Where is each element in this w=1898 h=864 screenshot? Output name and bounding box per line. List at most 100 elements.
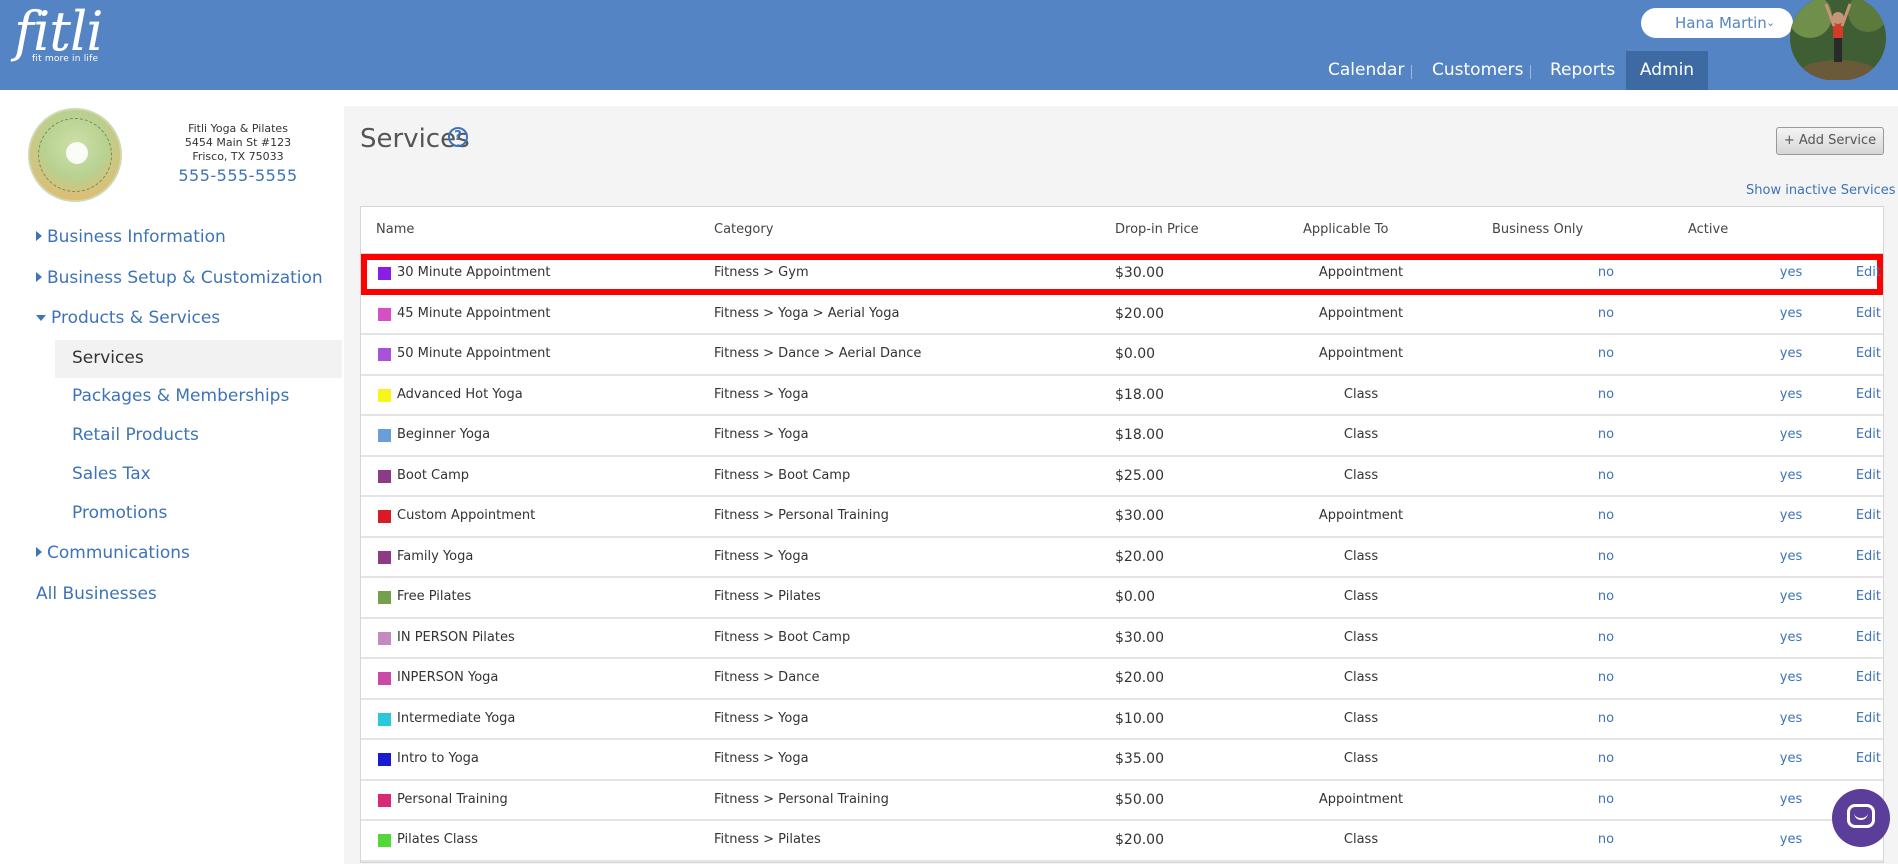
active-toggle[interactable]: yes [1761, 700, 1821, 738]
service-name[interactable]: Personal Training [397, 781, 508, 819]
table-row[interactable]: Intermediate Yoga Fitness > Yoga $10.00 Cla… [361, 699, 1883, 740]
table-row[interactable]: Boot Camp Fitness > Boot Camp $25.00 Class n… [361, 456, 1883, 497]
business-only-toggle[interactable]: no [1566, 335, 1646, 373]
add-service-button[interactable]: + Add Service [1776, 127, 1884, 155]
active-toggle[interactable]: yes [1761, 740, 1821, 778]
sidebar-item-sales-tax[interactable]: Sales Tax [72, 464, 151, 484]
service-name[interactable]: Intermediate Yoga [397, 700, 515, 738]
active-toggle[interactable]: yes [1761, 457, 1821, 495]
edit-link[interactable]: Edit [1841, 619, 1881, 657]
service-name[interactable]: Boot Camp [397, 457, 469, 495]
edit-link[interactable]: Edit [1841, 416, 1881, 454]
sidebar-item-all-businesses[interactable]: All Businesses [36, 584, 157, 604]
business-only-toggle[interactable]: no [1566, 821, 1646, 859]
business-only-toggle[interactable]: no [1566, 659, 1646, 697]
business-only-toggle[interactable]: no [1566, 416, 1646, 454]
service-name[interactable]: Advanced Hot Yoga [397, 376, 523, 414]
sidebar-item-retail[interactable]: Retail Products [72, 425, 199, 445]
table-row[interactable]: Family Yoga Fitness > Yoga $20.00 Class no ye… [361, 537, 1883, 578]
table-row[interactable]: 50 Minute Appointment Fitness > Dance > A… [361, 335, 1883, 376]
business-only-toggle[interactable]: no [1566, 700, 1646, 738]
service-name[interactable]: Pilates Class [397, 821, 478, 859]
service-name[interactable]: Free Pilates [397, 578, 471, 616]
edit-link[interactable]: Edit [1841, 376, 1881, 414]
service-name[interactable]: 30 Minute Appointment [397, 254, 551, 292]
edit-link[interactable]: Edit [1841, 295, 1881, 333]
business-only-toggle[interactable]: no [1566, 538, 1646, 576]
service-name[interactable]: IN PERSON Pilates [397, 619, 515, 657]
table-row[interactable]: Free Pilates Fitness > Pilates $0.00 Class n… [361, 578, 1883, 619]
business-only-toggle[interactable]: no [1566, 295, 1646, 333]
business-only-toggle[interactable]: no [1566, 254, 1646, 292]
edit-link[interactable]: Edit [1841, 700, 1881, 738]
table-row[interactable]: Personal Training Fitness > Personal Trai… [361, 780, 1883, 821]
service-name[interactable]: Beginner Yoga [397, 416, 490, 454]
active-toggle[interactable]: yes [1761, 538, 1821, 576]
table-row[interactable]: 30 Minute Appointment Fitness > Gym $30.00… [361, 254, 1883, 295]
sidebar-item-business-setup[interactable]: Business Setup & Customization [36, 268, 323, 288]
business-only-toggle[interactable]: no [1566, 497, 1646, 535]
avatar[interactable] [1790, 0, 1886, 80]
column-header-applicable[interactable]: Applicable To [1303, 207, 1388, 253]
active-toggle[interactable]: yes [1761, 416, 1821, 454]
sidebar-item-communications[interactable]: Communications [36, 543, 190, 563]
table-row[interactable]: Custom Appointment Fitness > Personal Tra… [361, 497, 1883, 538]
chat-support-button[interactable] [1832, 789, 1890, 847]
business-only-toggle[interactable]: no [1566, 457, 1646, 495]
active-toggle[interactable]: yes [1761, 335, 1821, 373]
active-toggle[interactable]: yes [1761, 295, 1821, 333]
sidebar-item-services[interactable]: Services [72, 348, 144, 368]
sidebar-item-promotions[interactable]: Promotions [72, 503, 167, 523]
active-toggle[interactable]: yes [1761, 619, 1821, 657]
active-toggle[interactable]: yes [1761, 659, 1821, 697]
column-header-active[interactable]: Active [1688, 207, 1728, 253]
business-only-toggle[interactable]: no [1566, 781, 1646, 819]
active-toggle[interactable]: yes [1761, 781, 1821, 819]
business-phone[interactable]: 555-555-5555 [168, 166, 308, 185]
edit-link[interactable]: Edit [1841, 254, 1881, 292]
table-row[interactable]: Beginner Yoga Fitness > Yoga $18.00 Class no… [361, 416, 1883, 457]
edit-link[interactable]: Edit [1841, 538, 1881, 576]
fitli-logo[interactable]: fitli fit more in life [14, 4, 103, 65]
edit-link[interactable]: Edit [1841, 659, 1881, 697]
business-only-toggle[interactable]: no [1566, 578, 1646, 616]
column-header-business-only[interactable]: Business Only [1492, 207, 1583, 253]
business-only-toggle[interactable]: no [1566, 376, 1646, 414]
user-menu[interactable]: Hana Martin ⌄ [1641, 8, 1793, 38]
edit-link[interactable]: Edit [1841, 457, 1881, 495]
edit-link[interactable]: Edit [1841, 497, 1881, 535]
business-only-toggle[interactable]: no [1566, 619, 1646, 657]
column-header-price[interactable]: Drop-in Price [1115, 207, 1199, 253]
business-only-toggle[interactable]: no [1566, 740, 1646, 778]
sidebar-item-products-services[interactable]: Products & Services [36, 308, 220, 328]
edit-link[interactable]: Edit [1841, 335, 1881, 373]
table-row[interactable]: IN PERSON Pilates Fitness > Boot Camp $30.… [361, 618, 1883, 659]
sidebar-item-packages[interactable]: Packages & Memberships [72, 386, 289, 406]
service-name[interactable]: 45 Minute Appointment [397, 295, 551, 333]
service-name[interactable]: 50 Minute Appointment [397, 335, 551, 373]
table-row[interactable]: Advanced Hot Yoga Fitness > Yoga $18.00 Cla… [361, 375, 1883, 416]
column-header-category[interactable]: Category [714, 207, 773, 253]
active-toggle[interactable]: yes [1761, 254, 1821, 292]
show-inactive-services-link[interactable]: Show inactive Services [1746, 183, 1896, 198]
service-name[interactable]: INPERSON Yoga [397, 659, 498, 697]
edit-link[interactable]: Edit [1841, 578, 1881, 616]
active-toggle[interactable]: yes [1761, 578, 1821, 616]
table-row[interactable]: INPERSON Yoga Fitness > Dance $20.00 Class n… [361, 659, 1883, 700]
nav-admin[interactable]: Admin [1626, 51, 1708, 90]
active-toggle[interactable]: yes [1761, 376, 1821, 414]
table-row[interactable]: Intro to Yoga Fitness > Yoga $35.00 Class no… [361, 740, 1883, 781]
service-name[interactable]: Intro to Yoga [397, 740, 479, 778]
active-toggle[interactable]: yes [1761, 821, 1821, 859]
column-header-name[interactable]: Name [376, 207, 414, 253]
table-row[interactable]: 45 Minute Appointment Fitness > Yoga > Ae… [361, 294, 1883, 335]
active-toggle[interactable]: yes [1761, 497, 1821, 535]
nav-calendar[interactable]: Calendar [1328, 51, 1404, 90]
sidebar-item-business-information[interactable]: Business Information [36, 227, 226, 247]
edit-link[interactable]: Edit [1841, 740, 1881, 778]
service-name[interactable]: Custom Appointment [397, 497, 535, 535]
service-name[interactable]: Family Yoga [397, 538, 473, 576]
nav-customers[interactable]: Customers [1432, 51, 1523, 90]
table-row[interactable]: Pilates Class Fitness > Pilates $20.00 Clas… [361, 821, 1883, 862]
help-icon[interactable]: ? [448, 127, 468, 147]
